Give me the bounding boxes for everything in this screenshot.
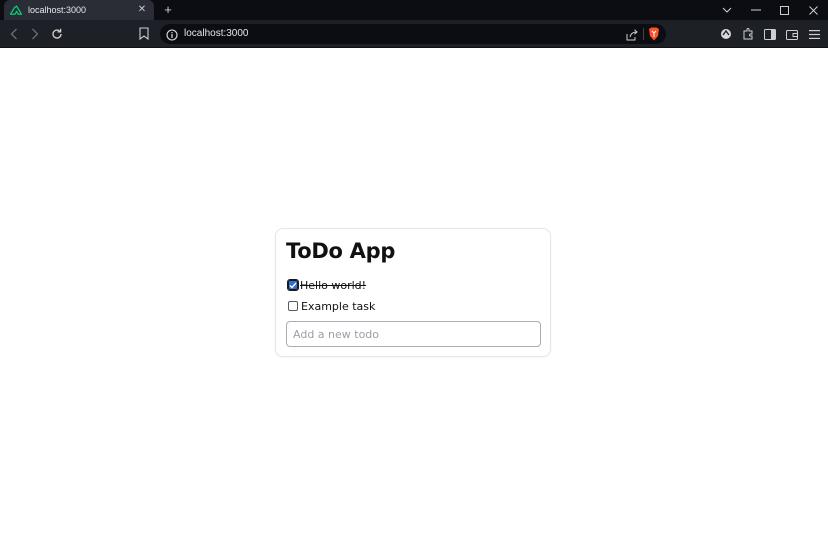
extensions-icon[interactable]	[740, 26, 756, 42]
leo-ai-icon[interactable]	[718, 26, 734, 42]
menu-icon[interactable]	[806, 26, 822, 42]
tab-close-button[interactable]: ✕	[136, 4, 148, 16]
checkmark-icon	[289, 282, 297, 289]
url-text[interactable]: localhost:3000	[184, 28, 249, 40]
minimize-icon[interactable]	[741, 0, 770, 20]
nuxt-favicon-icon	[10, 4, 22, 16]
todo-label: Hello world!	[300, 278, 367, 292]
close-window-icon[interactable]	[799, 0, 828, 20]
omnibox-divider	[643, 28, 644, 40]
toolbar-actions	[718, 26, 822, 42]
chevron-down-icon[interactable]	[712, 0, 741, 20]
page-viewport: ToDo App Hello world! Example task	[0, 48, 828, 534]
bookmark-icon[interactable]	[139, 27, 151, 41]
page-title: ToDo App	[286, 239, 396, 263]
forward-arrow-icon[interactable]	[27, 26, 43, 42]
todo-label: Example task	[301, 299, 376, 313]
reload-icon[interactable]	[49, 26, 65, 42]
todo-item: Example task	[288, 298, 375, 314]
new-todo-input[interactable]	[286, 321, 541, 347]
new-tab-button[interactable]: +	[160, 2, 176, 18]
tab-title: localhost:3000	[28, 5, 87, 15]
tab-strip: localhost:3000 ✕ +	[0, 0, 828, 20]
todo-checkbox-checked[interactable]	[287, 279, 299, 291]
brave-shield-icon[interactable]	[648, 27, 660, 41]
share-icon[interactable]	[626, 28, 638, 41]
maximize-icon[interactable]	[770, 0, 799, 20]
address-bar[interactable]: localhost:3000	[160, 24, 666, 44]
wallet-icon[interactable]	[784, 26, 800, 42]
back-arrow-icon[interactable]	[6, 26, 22, 42]
sidebar-icon[interactable]	[762, 26, 778, 42]
todo-item: Hello world!	[287, 277, 367, 293]
info-icon[interactable]	[166, 28, 178, 41]
todo-card: ToDo App Hello world! Example task	[275, 228, 551, 357]
window-controls	[712, 0, 828, 20]
todo-checkbox[interactable]	[288, 301, 298, 311]
browser-tab[interactable]: localhost:3000 ✕	[4, 0, 154, 20]
